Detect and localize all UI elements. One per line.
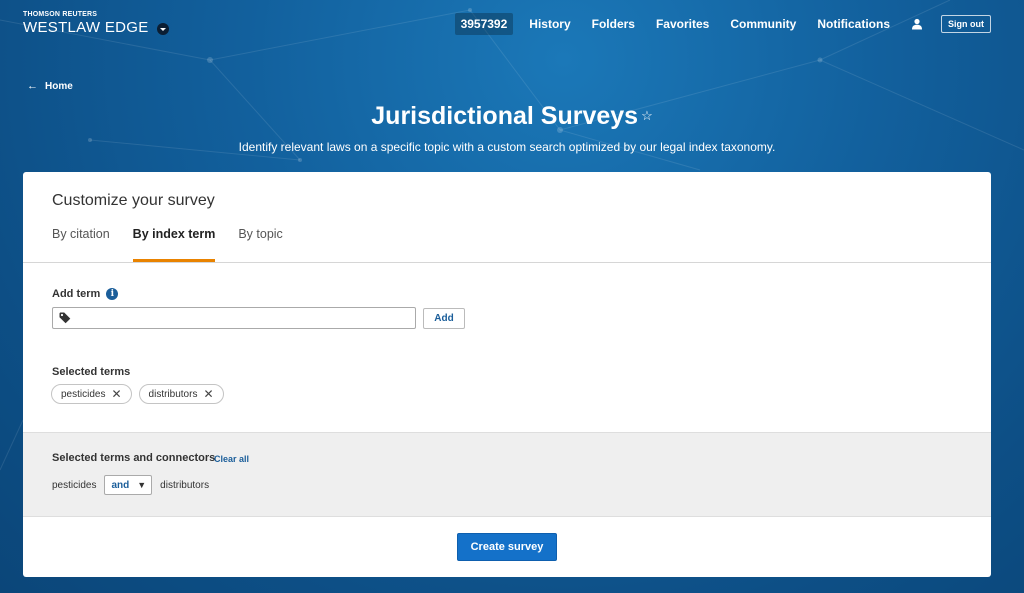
- connectors-label: Selected terms and connectors: [52, 452, 216, 464]
- tab-by-topic[interactable]: By topic: [238, 227, 282, 262]
- page-title: Jurisdictional Surveys ☆: [0, 102, 1024, 131]
- nav-community[interactable]: Community: [730, 17, 796, 31]
- selected-terms-list: pesticides ✕ distributors ✕: [51, 384, 231, 404]
- connector-row: pesticides and ▼ distributors: [52, 475, 209, 495]
- caret-down-icon: ▼: [137, 480, 147, 490]
- add-term-button[interactable]: Add: [423, 308, 465, 329]
- connectors-section: Selected terms and connectors Clear all …: [23, 432, 991, 517]
- clear-all-link[interactable]: Clear all: [214, 454, 249, 464]
- top-bar: THOMSON REUTERS WESTLAW EDGE 3957392 His…: [0, 0, 1024, 48]
- nav-favorites[interactable]: Favorites: [656, 17, 709, 31]
- connector-term-2: distributors: [160, 479, 210, 491]
- user-icon[interactable]: [911, 18, 923, 30]
- tab-by-citation[interactable]: By citation: [52, 227, 110, 262]
- breadcrumb-home-link[interactable]: ← Home: [27, 80, 73, 92]
- add-term-field: [52, 307, 416, 329]
- tabs-divider: [23, 262, 991, 263]
- close-icon[interactable]: ✕: [111, 387, 121, 401]
- brand-product: WESTLAW EDGE: [23, 19, 169, 36]
- brand-company: THOMSON REUTERS: [23, 11, 98, 18]
- left-arrow-icon: ←: [27, 80, 38, 92]
- add-term-label: Add term i: [52, 288, 119, 300]
- survey-tabs: By citation By index term By topic: [52, 227, 306, 262]
- term-chip: distributors ✕: [138, 384, 224, 404]
- add-term-input[interactable]: [75, 308, 413, 328]
- nav-history[interactable]: History: [529, 17, 570, 31]
- close-icon[interactable]: ✕: [203, 387, 213, 401]
- info-icon[interactable]: i: [106, 288, 119, 300]
- nav-folders[interactable]: Folders: [592, 17, 635, 31]
- tab-by-index-term[interactable]: By index term: [132, 227, 216, 262]
- star-icon[interactable]: ☆: [641, 108, 653, 123]
- main-nav: 3957392 History Folders Favorites Commun…: [454, 13, 1024, 35]
- survey-heading: Customize your survey: [52, 192, 215, 209]
- brand-logo[interactable]: THOMSON REUTERS WESTLAW EDGE: [23, 11, 169, 36]
- term-chip-label: distributors: [148, 388, 198, 400]
- page-title-text: Jurisdictional Surveys: [371, 102, 639, 130]
- tag-icon: [59, 312, 71, 324]
- home-label: Home: [45, 80, 73, 92]
- brand-product-name: WESTLAW EDGE: [23, 19, 149, 36]
- selected-terms-label: Selected terms: [52, 366, 131, 378]
- survey-card: Customize your survey By citation By ind…: [23, 172, 991, 577]
- connector-select[interactable]: and ▼: [104, 475, 153, 495]
- chevron-down-icon[interactable]: [156, 22, 169, 35]
- page-subtitle: Identify relevant laws on a specific top…: [238, 140, 776, 154]
- create-survey-button[interactable]: Create survey: [457, 533, 557, 561]
- add-term-label-text: Add term: [52, 288, 101, 300]
- term-chip: pesticides ✕: [51, 384, 132, 404]
- connector-value: and: [111, 479, 130, 491]
- sign-out-button[interactable]: Sign out: [941, 15, 991, 33]
- nav-billing-id[interactable]: 3957392: [454, 13, 514, 35]
- connector-term-1: pesticides: [52, 479, 97, 491]
- nav-notifications[interactable]: Notifications: [817, 17, 890, 31]
- term-chip-label: pesticides: [61, 388, 106, 400]
